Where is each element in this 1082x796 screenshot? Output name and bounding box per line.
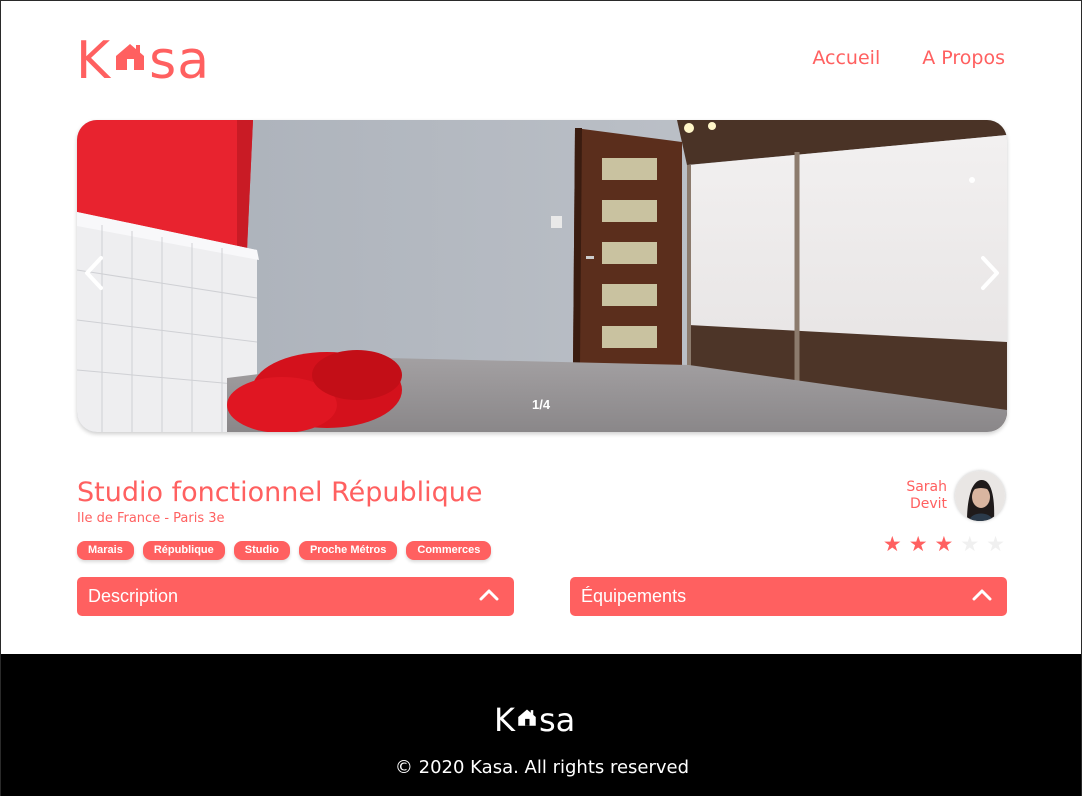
tag: Studio (233, 541, 290, 560)
host-name: Sarah Devit (906, 479, 947, 513)
star-filled-icon: ★ (882, 533, 902, 556)
tag-list: Marais République Studio Proche Métros C… (77, 541, 492, 560)
main-nav: Accueil A Propos (812, 47, 1005, 69)
star-filled-icon: ★ (934, 533, 954, 556)
nav-link-accueil[interactable]: Accueil (812, 47, 880, 69)
star-empty-icon: ★ (986, 533, 1005, 556)
footer: K sa © 2020 Kasa. All rights reserved (1, 654, 1081, 796)
tag: Commerces (406, 541, 492, 560)
star-empty-icon: ★ (960, 533, 980, 556)
photo-carousel (77, 120, 1007, 432)
rating-stars: ★ ★ ★ ★ ★ (883, 534, 1005, 555)
avatar (955, 471, 1005, 521)
tag: Marais (77, 541, 134, 560)
house-icon (517, 700, 537, 732)
equipment-label: Équipements (581, 586, 687, 606)
listing-photo (77, 120, 1007, 432)
house-icon (114, 29, 146, 81)
chevron-up-icon (972, 588, 992, 606)
host-info: Sarah Devit (906, 471, 1005, 521)
logo-letter-k: K (76, 31, 112, 91)
copyright-text: © 2020 Kasa. All rights reserved (394, 757, 690, 778)
chevron-up-icon (479, 588, 499, 606)
description-label: Description (88, 586, 179, 606)
host-first-name: Sarah (906, 479, 947, 495)
carousel-prev-button[interactable] (76, 253, 112, 297)
footer-logo-letter-k: K (494, 701, 515, 739)
nav-link-a-propos[interactable]: A Propos (922, 47, 1005, 69)
star-filled-icon: ★ (908, 533, 928, 556)
chevron-right-icon (978, 255, 1002, 296)
chevron-left-icon (82, 255, 106, 296)
equipment-collapse[interactable]: Équipements (570, 577, 1007, 616)
tag: République (142, 541, 225, 560)
listing-location: Ile de France - Paris 3e (77, 511, 225, 526)
logo-letters-sa: sa (149, 31, 211, 91)
footer-logo: K sa (494, 700, 575, 736)
carousel-counter: 1/4 (532, 397, 551, 412)
tag: Proche Métros (298, 541, 398, 560)
listing-title: Studio fonctionnel République (77, 477, 483, 508)
kasa-logo[interactable]: K sa (76, 29, 210, 87)
host-last-name: Devit (909, 496, 947, 512)
page-frame: K sa Accueil A Propos 1/4 Studio fonctio… (0, 0, 1082, 796)
carousel-next-button[interactable] (972, 253, 1008, 297)
description-collapse[interactable]: Description (77, 577, 514, 616)
footer-logo-letters-sa: sa (538, 701, 576, 739)
